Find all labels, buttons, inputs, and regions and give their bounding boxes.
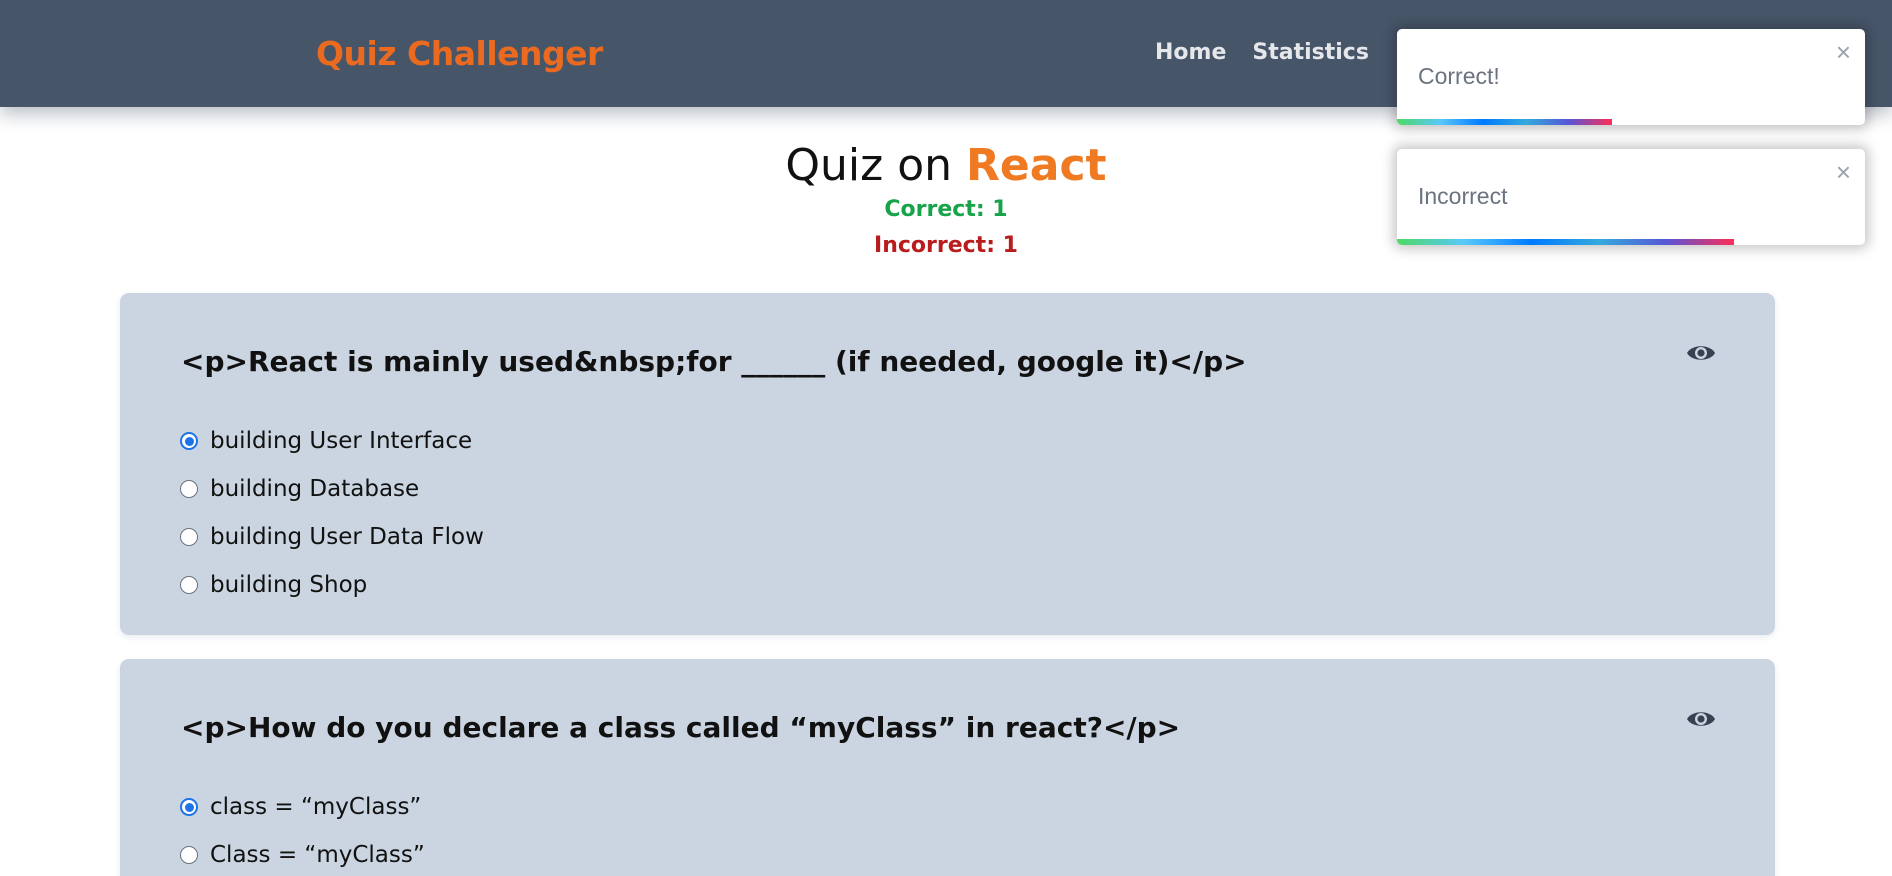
option-item[interactable]: class = “myClass” — [180, 783, 425, 831]
close-icon[interactable]: × — [1836, 37, 1851, 68]
radio-button[interactable] — [180, 576, 198, 594]
nav-link-home[interactable]: Home — [1155, 40, 1226, 65]
radio-button[interactable] — [180, 846, 198, 864]
option-label: building Shop — [210, 572, 368, 598]
toast-message: Correct! — [1418, 63, 1500, 89]
toast-progress-bar — [1397, 119, 1613, 125]
toast-progress-bar — [1397, 239, 1734, 245]
options-list: building User Interface building Databas… — [180, 417, 484, 609]
question-text: <p>How do you declare a class called “my… — [181, 711, 1181, 744]
option-label: Class = “myClass” — [210, 842, 425, 868]
option-item[interactable]: building Database — [180, 465, 484, 513]
toast-correct[interactable]: Correct! × — [1397, 29, 1865, 125]
option-label: class = “myClass” — [210, 794, 422, 820]
eye-icon[interactable] — [1685, 705, 1717, 733]
option-label: building User Data Flow — [210, 524, 484, 550]
title-prefix: Quiz on — [785, 140, 953, 191]
radio-button[interactable] — [180, 528, 198, 546]
option-item[interactable]: Class = “myClass” — [180, 831, 425, 876]
option-item[interactable]: building User Interface — [180, 417, 484, 465]
close-icon[interactable]: × — [1836, 157, 1851, 188]
option-label: building Database — [210, 476, 420, 502]
toast-incorrect[interactable]: Incorrect × — [1397, 149, 1865, 245]
nav-links: Home Statistics Bl — [1155, 40, 1419, 65]
radio-button[interactable] — [180, 798, 198, 816]
radio-button[interactable] — [180, 480, 198, 498]
brand-logo[interactable]: Quiz Challenger — [316, 34, 603, 73]
option-item[interactable]: building Shop — [180, 561, 484, 609]
eye-icon[interactable] — [1685, 339, 1717, 367]
quiz-topic: React — [966, 140, 1107, 191]
option-label: building User Interface — [210, 428, 473, 454]
options-list: class = “myClass” Class = “myClass” — [180, 783, 425, 876]
question-text: <p>React is mainly used&nbsp;for ______ … — [181, 345, 1247, 378]
nav-link-statistics[interactable]: Statistics — [1252, 40, 1369, 65]
question-card: <p>How do you declare a class called “my… — [120, 659, 1775, 876]
question-card: <p>React is mainly used&nbsp;for ______ … — [120, 293, 1775, 635]
option-item[interactable]: building User Data Flow — [180, 513, 484, 561]
radio-button[interactable] — [180, 432, 198, 450]
toast-message: Incorrect — [1418, 183, 1508, 209]
